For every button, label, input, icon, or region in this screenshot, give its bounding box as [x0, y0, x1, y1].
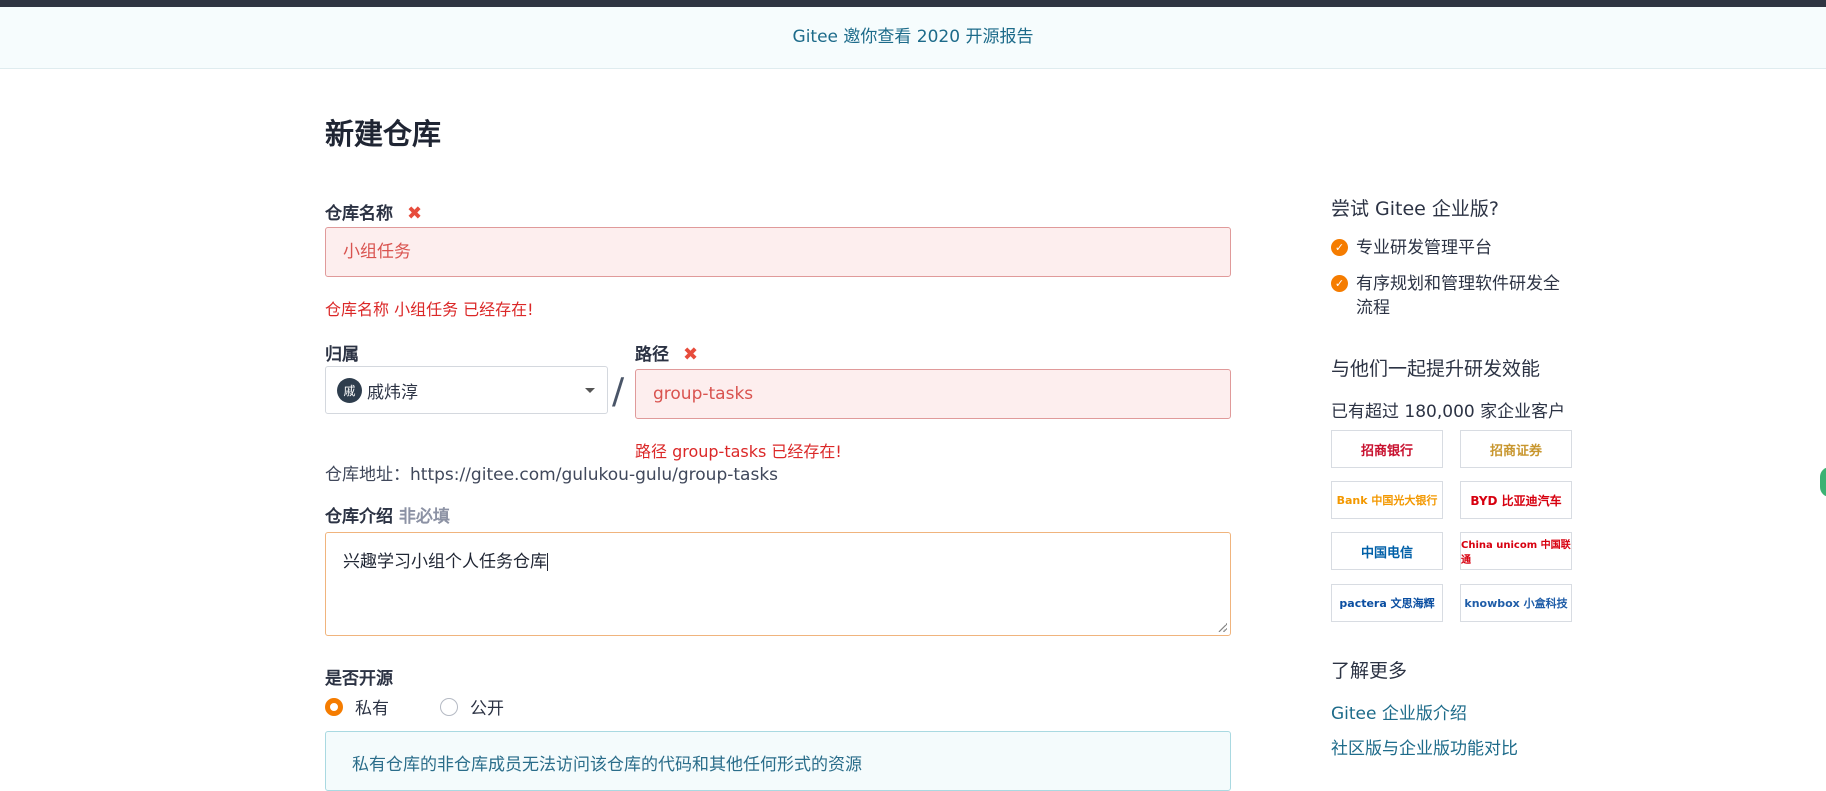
- clients-title: 与他们一起提升研发效能: [1331, 358, 1541, 380]
- avatar: 戚: [337, 377, 362, 403]
- floating-widget[interactable]: [1820, 467, 1826, 497]
- required-icon: ✖: [407, 203, 423, 224]
- client-logo-pactera: pactera 文思海辉: [1331, 584, 1443, 622]
- repo-name-input[interactable]: 小组任务: [325, 227, 1231, 277]
- owner-label: 归属: [325, 345, 359, 365]
- client-logo-cmb: 招商银行: [1331, 430, 1443, 468]
- top-bar: [0, 0, 1826, 7]
- radio-selected-icon[interactable]: [325, 697, 343, 716]
- path-label: 路径 ✖: [635, 344, 699, 365]
- clients-note: 已有超过 180,000 家企业客户: [1331, 402, 1566, 422]
- radio-unselected-icon[interactable]: [440, 697, 458, 716]
- enterprise-intro-link[interactable]: Gitee 企业版介绍: [1331, 699, 1467, 724]
- path-input[interactable]: group-tasks: [635, 369, 1231, 419]
- owner-name: 戚炜淳: [367, 382, 418, 403]
- required-icon: ✖: [683, 344, 699, 365]
- text-cursor: [547, 553, 548, 571]
- owner-select[interactable]: 戚 戚炜淳: [325, 366, 608, 414]
- client-logo-telecom: 中国电信: [1331, 532, 1443, 570]
- client-logo-knowbox: knowbox 小盒科技: [1460, 584, 1572, 622]
- path-separator: /: [612, 371, 625, 412]
- feature-item: ✓ 有序规划和管理软件研发全流程: [1331, 272, 1571, 320]
- client-logo-byd: BYD 比亚迪汽车: [1460, 481, 1572, 519]
- resize-handle[interactable]: [1218, 623, 1227, 632]
- feature-item: ✓ 专业研发管理平台: [1331, 236, 1492, 260]
- compare-editions-link[interactable]: 社区版与企业版功能对比: [1331, 734, 1518, 759]
- radio-private[interactable]: 私有: [325, 694, 389, 719]
- learn-more-title: 了解更多: [1331, 660, 1408, 682]
- repo-address: 仓库地址：https://gitee.com/gulukou-gulu/grou…: [325, 465, 779, 485]
- description-textarea[interactable]: 兴趣学习小组个人任务仓库: [325, 532, 1231, 636]
- repo-name-label: 仓库名称 ✖: [325, 203, 423, 224]
- enterprise-title: 尝试 Gitee 企业版?: [1331, 198, 1499, 220]
- description-label: 仓库介绍 非必填: [325, 507, 450, 527]
- client-logo-cmbc: 招商证券: [1460, 430, 1572, 468]
- page-title: 新建仓库: [325, 117, 442, 151]
- banner-text[interactable]: Gitee 邀你查看 2020 开源报告: [793, 27, 1034, 47]
- path-error: 路径 group-tasks 已经存在!: [635, 442, 842, 461]
- chevron-down-icon: [585, 388, 595, 393]
- report-banner[interactable]: Gitee 邀你查看 2020 开源报告: [0, 7, 1826, 69]
- client-logo-ceb: Bank 中国光大银行: [1331, 481, 1443, 519]
- visibility-label: 是否开源: [325, 669, 393, 689]
- check-icon: ✓: [1331, 239, 1348, 256]
- check-icon: ✓: [1331, 275, 1348, 292]
- radio-public[interactable]: 公开: [440, 694, 504, 719]
- private-info-message: 私有仓库的非仓库成员无法访问该仓库的代码和其他任何形式的资源: [325, 731, 1231, 791]
- repo-name-error: 仓库名称 小组任务 已经存在!: [325, 300, 534, 319]
- client-logo-unicom: China unicom 中国联通: [1460, 532, 1572, 570]
